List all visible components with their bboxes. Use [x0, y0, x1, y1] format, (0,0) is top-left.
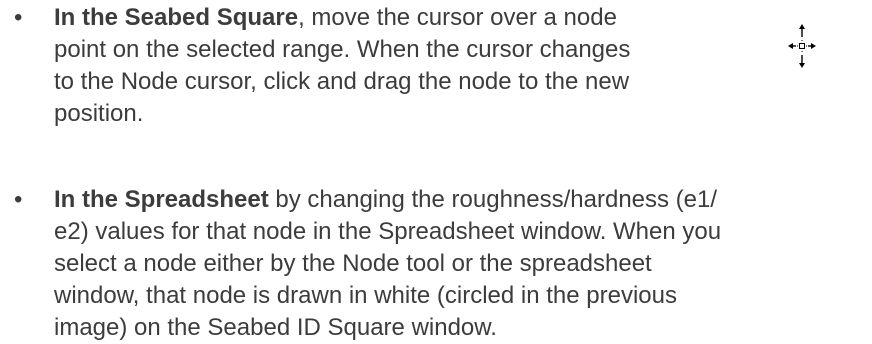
bold-lead-text: In the Spreadsheet: [54, 186, 269, 213]
text-line: image) on the Seabed ID Square window.: [54, 314, 497, 341]
text-line: position.: [54, 100, 144, 127]
bold-lead-text: In the Seabed Square: [54, 4, 299, 31]
document-page: • In the Seabed Square, move the cursor …: [0, 0, 872, 341]
text-line: e2) values for that node in the Spreadsh…: [54, 218, 722, 245]
bullet-marker: •: [14, 186, 23, 213]
line-text: by changing the roughness/hardness (e1/: [268, 186, 718, 213]
node-cursor-icon: [788, 24, 816, 68]
bullet-marker: •: [14, 4, 23, 31]
text-line: select a node either by the Node tool or…: [54, 250, 652, 277]
text-line: In the Seabed Square, move the cursor ov…: [54, 2, 754, 34]
text-line: window, that node is drawn in white (cir…: [54, 282, 677, 309]
text-line: to the Node cursor, click and drag the n…: [54, 68, 630, 95]
text-line: point on the selected range. When the cu…: [54, 36, 631, 63]
text-line: In the Spreadsheet by changing the rough…: [54, 184, 864, 216]
list-item-text: In the Seabed Square, move the cursor ov…: [54, 2, 754, 130]
line-text: , move the cursor over a node: [298, 4, 617, 31]
list-item-text: In the Spreadsheet by changing the rough…: [54, 184, 864, 344]
